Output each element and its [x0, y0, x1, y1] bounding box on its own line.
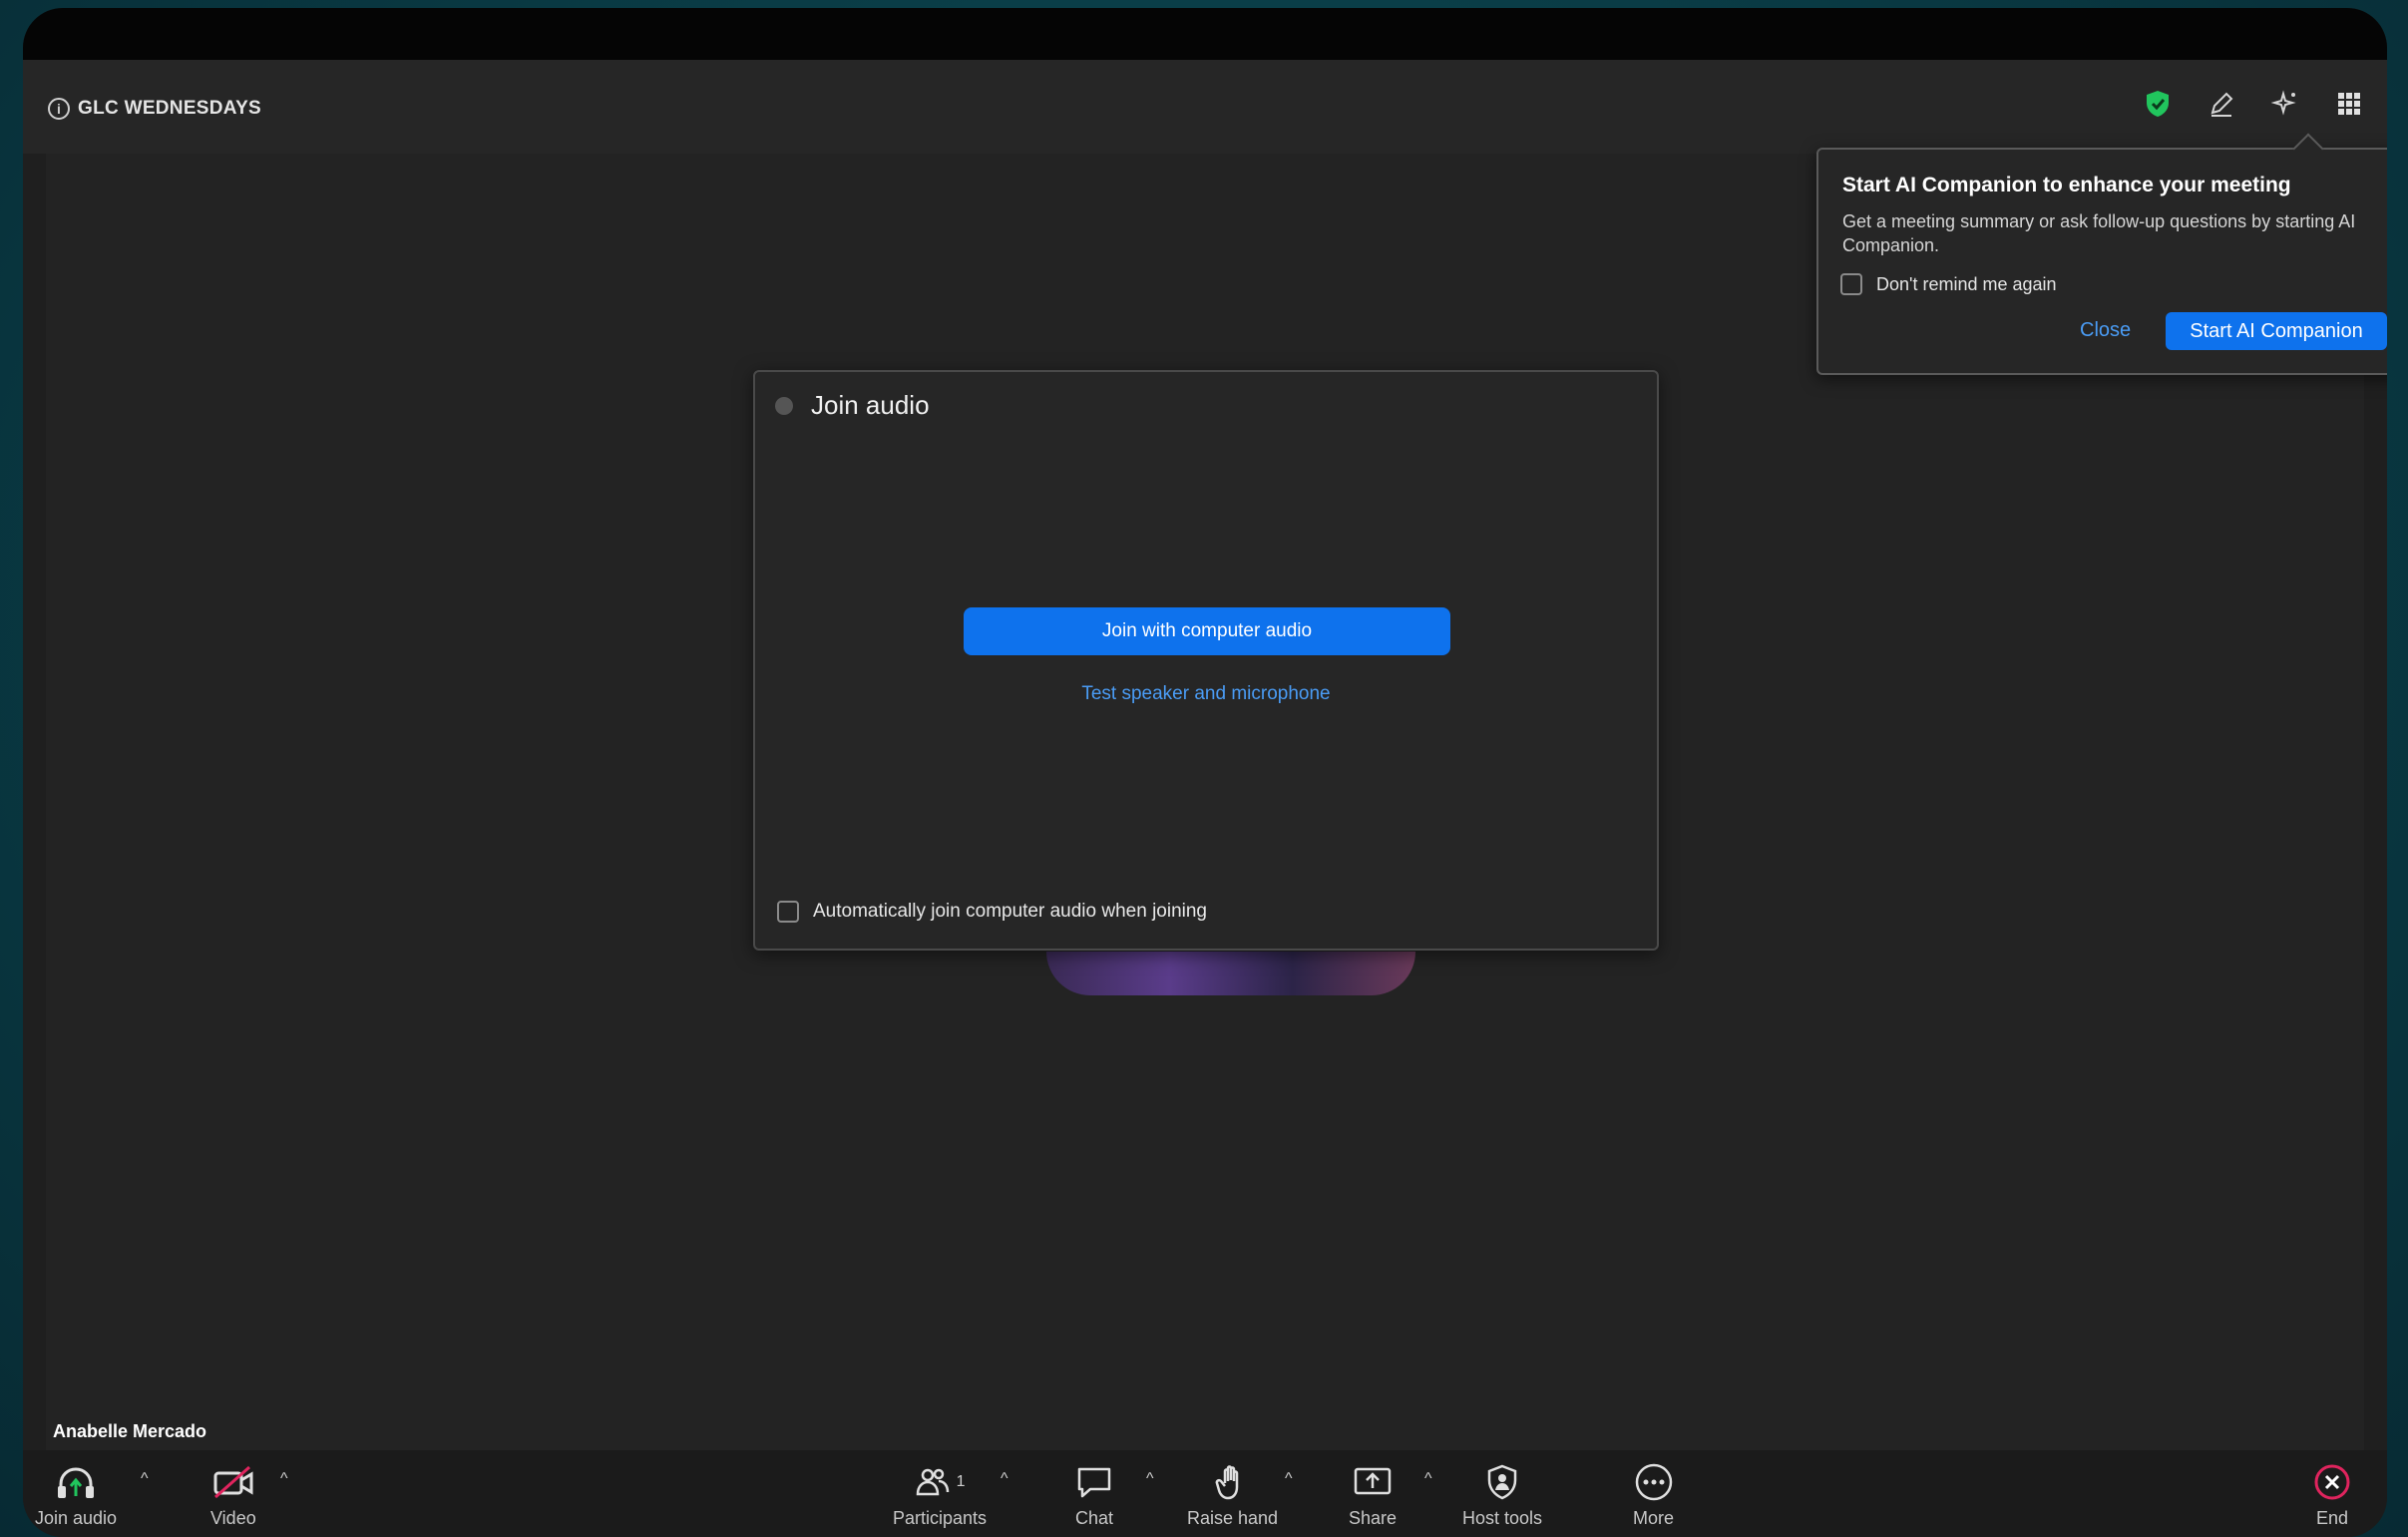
raise-hand-label: Raise hand: [1187, 1508, 1279, 1528]
ai-companion-popup: Start AI Companion to enhance your meeti…: [1816, 148, 2387, 375]
auto-join-option[interactable]: Automatically join computer audio when j…: [777, 901, 1207, 923]
join-audio-label: Join audio: [35, 1508, 118, 1528]
title-bar: [23, 8, 2387, 60]
dont-remind-option[interactable]: Don't remind me again: [1840, 273, 2057, 295]
host-tools-shield-icon: [1487, 1464, 1517, 1500]
shield-check-icon[interactable]: [2140, 86, 2176, 122]
chat-icon: [1077, 1467, 1111, 1498]
participants-caret-icon[interactable]: ^: [1001, 1470, 1008, 1488]
raise-hand-caret-icon[interactable]: ^: [1285, 1470, 1293, 1488]
host-tools-label: Host tools: [1462, 1508, 1543, 1528]
participants-count: 1: [956, 1473, 966, 1490]
join-audio-caret-icon[interactable]: ^: [141, 1470, 149, 1488]
auto-join-label: Automatically join computer audio when j…: [813, 901, 1208, 922]
video-button[interactable]: Video: [210, 1462, 256, 1529]
participants-icon: [916, 1468, 949, 1496]
info-icon[interactable]: i: [48, 98, 70, 120]
video-label: Video: [210, 1508, 256, 1528]
pen-icon[interactable]: [2204, 86, 2239, 122]
dialog-header: Join audio: [775, 390, 930, 421]
grid-icon[interactable]: [2331, 86, 2367, 122]
headphones-icon: [58, 1467, 95, 1498]
share-button[interactable]: Share: [1349, 1462, 1397, 1529]
chat-label: Chat: [1074, 1508, 1114, 1528]
ai-sparkle-icon[interactable]: [2267, 86, 2303, 122]
meeting-title: GLC WEDNESDAYS: [78, 98, 262, 119]
share-label: Share: [1349, 1508, 1398, 1528]
dont-remind-label: Don't remind me again: [1876, 273, 2057, 294]
join-computer-audio-button[interactable]: Join with computer audio: [964, 607, 1450, 655]
participants-label: Participants: [893, 1508, 988, 1528]
host-tools-button[interactable]: Host tools: [1462, 1462, 1542, 1529]
share-caret-icon[interactable]: ^: [1424, 1470, 1432, 1488]
participants-button[interactable]: 1 Participants: [893, 1462, 987, 1529]
zoom-window: i GLC WEDNESDAYS Anabelle Mercado Join a…: [23, 8, 2387, 1537]
dont-remind-checkbox[interactable]: [1840, 273, 1862, 295]
more-ellipsis-icon: [1635, 1463, 1672, 1501]
hand-icon: [1215, 1465, 1238, 1500]
start-ai-companion-button[interactable]: Start AI Companion: [2166, 312, 2387, 350]
participant-name-label: Anabelle Mercado: [53, 1421, 207, 1441]
end-label: End: [2315, 1508, 2349, 1528]
auto-join-checkbox[interactable]: [777, 901, 799, 923]
chat-caret-icon[interactable]: ^: [1146, 1470, 1154, 1488]
ai-popup-close-button[interactable]: Close: [2080, 319, 2131, 342]
meeting-toolbar: Join audio ^ Video ^ 1 Participants ^ Ch…: [23, 1450, 2387, 1537]
dialog-status-dot: [775, 396, 793, 415]
ai-popup-title: Start AI Companion to enhance your meeti…: [1842, 174, 2291, 196]
more-label: More: [1633, 1508, 1675, 1528]
more-button[interactable]: More: [1633, 1462, 1674, 1529]
join-audio-dialog: Join audio Join with computer audio Test…: [753, 370, 1659, 951]
chat-button[interactable]: Chat: [1074, 1462, 1114, 1529]
video-off-icon: [213, 1465, 253, 1499]
top-bar: i GLC WEDNESDAYS: [23, 60, 2387, 154]
participant-avatar: [1046, 952, 1415, 995]
ai-popup-description: Get a meeting summary or ask follow-up q…: [1842, 211, 2356, 255]
test-speaker-microphone-link[interactable]: Test speaker and microphone: [755, 683, 1657, 705]
share-screen-icon: [1354, 1467, 1392, 1495]
meeting-info[interactable]: i GLC WEDNESDAYS: [48, 98, 261, 120]
join-audio-button[interactable]: Join audio: [35, 1462, 117, 1529]
raise-hand-button[interactable]: Raise hand: [1187, 1462, 1278, 1529]
end-meeting-button[interactable]: End: [2312, 1462, 2352, 1529]
video-caret-icon[interactable]: ^: [280, 1470, 288, 1488]
top-icons: [2140, 86, 2367, 122]
dialog-title: Join audio: [811, 390, 930, 420]
end-x-icon: [2314, 1464, 2350, 1500]
